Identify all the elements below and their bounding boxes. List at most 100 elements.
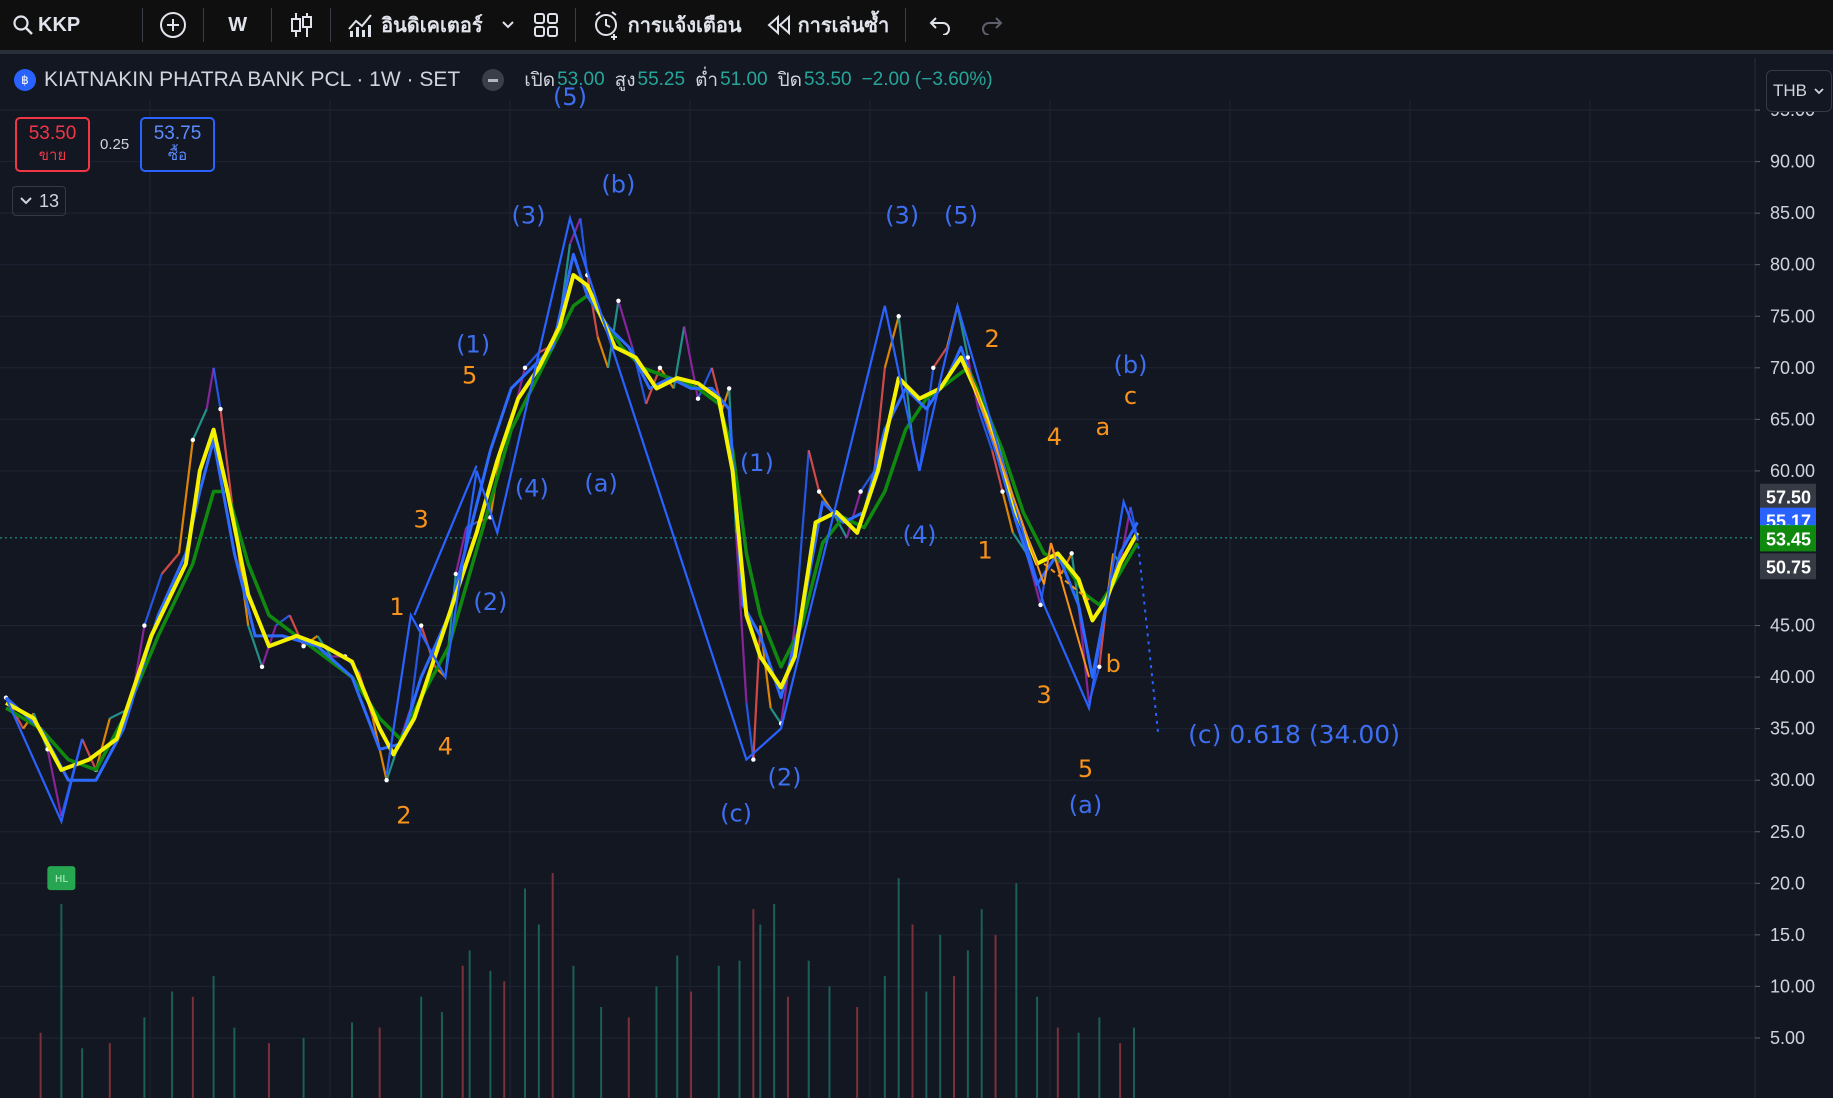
pivot-dot — [301, 643, 306, 649]
toolbar-separator — [905, 8, 907, 42]
indicators-count: 13 — [38, 190, 60, 211]
alerts-button[interactable]: การแจ้งเตือน — [580, 0, 754, 52]
wave-label: a — [1095, 413, 1110, 441]
minus-icon — [488, 78, 499, 82]
wave-label: 3 — [414, 506, 429, 534]
pivot-dot — [616, 298, 621, 303]
legend-title[interactable]: KIATNAKIN PHATRA BANK PCL · 1W · SET — [44, 68, 460, 92]
pivot-dot — [259, 664, 265, 669]
pivot-dot — [858, 489, 863, 494]
wave-label: (5) — [944, 201, 978, 229]
indicators-dropdown-button[interactable] — [495, 0, 521, 52]
axis-tick-label: 45.00 — [1770, 616, 1815, 636]
templates-button[interactable] — [521, 0, 571, 52]
pivot-dot — [1069, 551, 1074, 556]
pivot-dot — [522, 365, 528, 370]
toolbar-separator — [203, 8, 205, 42]
high-value: 55.25 — [637, 69, 686, 90]
price-chart[interactable]: (5)(b)(3)(1)5(4) (a)31 (2)42(1)(2)(c)(3) (5… — [0, 58, 1833, 1098]
wave-label: (1) — [456, 330, 490, 358]
pivot-dot — [816, 489, 822, 494]
interval-label: W — [228, 13, 248, 36]
pivot-dot — [190, 437, 196, 443]
candles-icon — [291, 13, 313, 37]
hl-marker: HL — [47, 866, 76, 891]
wave-label: (3) — [885, 201, 919, 229]
wave-label: c — [1124, 382, 1137, 410]
axis-tick-label: 80.00 — [1770, 255, 1815, 275]
undo-button[interactable] — [910, 0, 966, 52]
wave-label: (1) — [740, 449, 774, 477]
chart-legend: ฿ KIATNAKIN PHATRA BANK PCL · 1W · SET เ… — [14, 66, 993, 94]
search-icon — [13, 15, 33, 35]
wave-label: 5 — [1078, 755, 1093, 783]
axis-tick-label: 20.0 — [1770, 873, 1805, 893]
hl-badge-text: HL — [55, 874, 69, 885]
interval-button[interactable]: W — [208, 0, 267, 52]
layout-grid-icon — [533, 13, 558, 37]
pivot-dot — [218, 406, 223, 412]
alarm-icon — [594, 11, 617, 40]
low-label: ต่ำ — [695, 70, 719, 91]
price-tag-label: 57.50 — [1766, 488, 1811, 508]
pivot-dot — [695, 396, 701, 401]
price-tag-label: 53.45 — [1766, 529, 1811, 549]
currency-label: THB — [1773, 81, 1807, 100]
wave-label: (2) — [473, 588, 507, 616]
pivot-dot — [142, 623, 147, 628]
wave-label: 2 — [984, 325, 999, 353]
axis-tick-label: 75.00 — [1770, 306, 1815, 326]
indicators-button[interactable]: อินดิเคเตอร์ — [335, 0, 494, 52]
alerts-label: การแจ้งเตือน — [627, 15, 742, 37]
wave-label: (a) — [1069, 791, 1102, 819]
axis-tick-label: 5.00 — [1770, 1028, 1805, 1048]
indicators-label: อินดิเคเตอร์ — [381, 15, 483, 37]
wave-label: 1 — [978, 537, 993, 565]
pivot-dot — [1097, 664, 1102, 669]
redo-icon — [982, 17, 1003, 35]
symbol-search-button[interactable]: KKP — [0, 0, 92, 52]
chart-type-button[interactable] — [276, 0, 326, 52]
projection-label: (c) 0.618 (34.00) — [1188, 720, 1400, 749]
axis-tick-label: 90.00 — [1770, 152, 1815, 172]
replay-icon — [767, 14, 790, 36]
symbol-label: KKP — [38, 13, 81, 36]
toolbar-separator — [574, 8, 576, 42]
buy-button[interactable]: 53.75 ซื้อ — [140, 117, 215, 172]
chevron-down-icon — [501, 21, 514, 29]
replay-button[interactable]: การเล่นซ้ำ — [754, 0, 902, 52]
axis-tick-label: 85.00 — [1770, 203, 1815, 223]
pivot-dot — [1038, 602, 1043, 608]
wave-label: 5 — [462, 361, 477, 389]
indicators-collapse-button[interactable]: 13 — [12, 186, 66, 216]
pivot-dot — [384, 778, 389, 783]
open-label: เปิด — [524, 70, 556, 91]
open-value: 53.00 — [557, 69, 605, 90]
replay-label: การเล่นซ้ำ — [797, 15, 890, 37]
currency-selector[interactable]: THB — [1766, 70, 1832, 112]
wave-label: (2) — [768, 763, 802, 791]
compare-symbol-button[interactable] — [147, 0, 199, 52]
axis-tick-label: 25.0 — [1770, 822, 1805, 842]
buy-price: 53.75 — [153, 123, 202, 144]
wave-label: 4 — [438, 732, 453, 760]
symbol-logo-icon: ฿ — [14, 69, 36, 91]
chevron-down-icon — [20, 197, 32, 205]
low-value: 51.00 — [720, 69, 768, 90]
close-label: ปิด — [777, 70, 803, 91]
axis-tick-label: 10.00 — [1770, 976, 1815, 996]
hide-series-button[interactable] — [482, 69, 505, 91]
pivot-dot — [896, 314, 901, 319]
axis-tick-label: 35.00 — [1770, 719, 1815, 739]
axis-tick-label: 60.00 — [1770, 461, 1815, 481]
toolbar-separator — [271, 8, 273, 42]
sell-button[interactable]: 53.50 ขาย — [15, 117, 90, 172]
chevron-down-icon — [1814, 88, 1824, 95]
wave-label: (3) — [511, 201, 545, 229]
spread-value: 0.25 — [100, 136, 130, 153]
wave-label: (c) — [720, 799, 752, 827]
pivot-dot — [751, 757, 756, 762]
redo-button[interactable] — [966, 0, 1018, 52]
top-toolbar: KKP W อินดิเคเตอร์ การแจ้งเตือน การเล่นซ… — [0, 0, 1833, 54]
wave-label: b — [1106, 650, 1121, 678]
